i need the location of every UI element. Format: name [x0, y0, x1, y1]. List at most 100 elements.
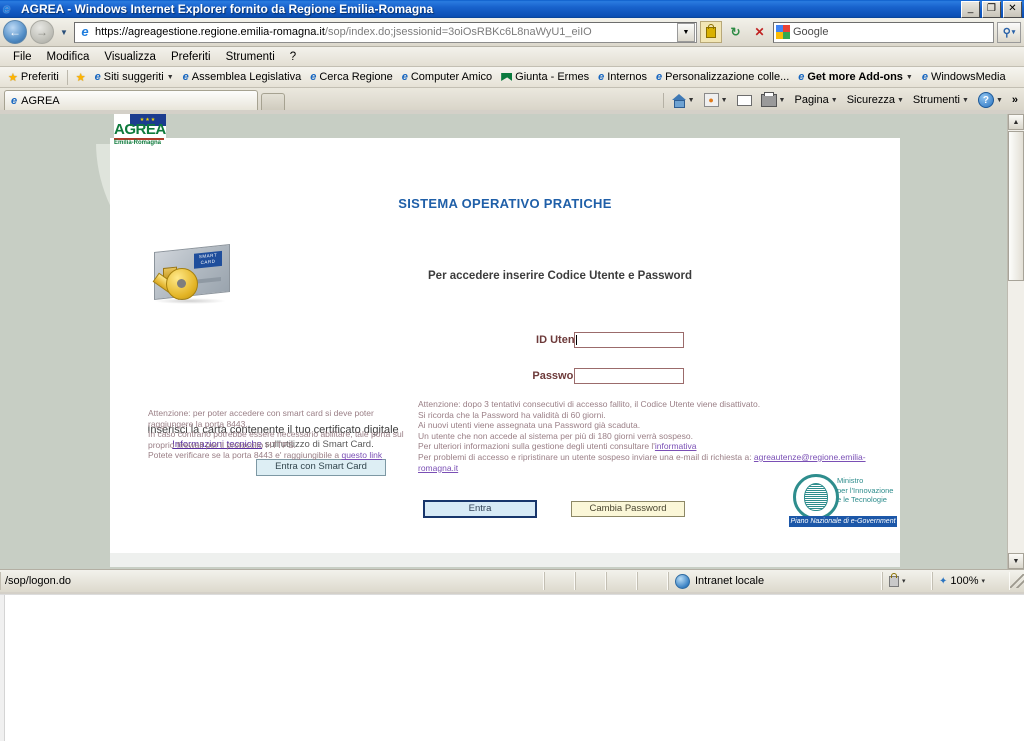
menu-help[interactable]: ?	[283, 50, 303, 64]
minimize-button[interactable]: _	[961, 1, 980, 18]
desktop-area	[0, 594, 1024, 741]
window-title: AGREA - Windows Internet Explorer fornit…	[21, 2, 434, 16]
star-icon: ★	[8, 71, 18, 84]
agrea-wordmark: AGREA	[114, 121, 166, 138]
url-path: /sop/index.do;jsessionid=3oiOsRBKc6L8naW…	[324, 26, 592, 38]
entra-button[interactable]: Entra	[423, 500, 537, 518]
back-button[interactable]: ←	[3, 20, 27, 44]
search-button[interactable]: ⚲ ▾	[997, 21, 1021, 43]
zoom-control[interactable]: ✦ 100% ▾	[932, 572, 1010, 590]
page-icon: e	[81, 24, 89, 39]
stop-button[interactable]: ✕	[749, 22, 770, 43]
favorite-assemblea-legislativa[interactable]: e Assemblea Legislativa	[179, 70, 306, 84]
menu-modifica[interactable]: Modifica	[40, 50, 97, 64]
key-hole	[177, 279, 186, 288]
scrollbar-thumb[interactable]	[1008, 131, 1024, 281]
favorite-get-more-addons[interactable]: e Get more Add-ons ▼	[794, 70, 917, 84]
title-bar: e AGREA - Windows Internet Explorer forn…	[0, 0, 1024, 18]
status-slot-3	[606, 572, 637, 590]
favorite-label: Personalizzazione colle...	[665, 71, 790, 83]
tab-agrea[interactable]: e AGREA	[4, 90, 258, 110]
ie-icon: e	[11, 94, 18, 107]
notice-line: Attenzione: dopo 3 tentativi consecutivi…	[418, 399, 761, 409]
text-cursor	[576, 335, 577, 345]
cambia-password-button[interactable]: Cambia Password	[571, 501, 685, 517]
address-url-text: https://agreagestione.regione.emilia-rom…	[95, 26, 677, 38]
search-dropdown-icon[interactable]: ▾	[1012, 28, 1016, 36]
page-viewport: SISTEMA OPERATIVO PRATICHE Per accedere …	[0, 114, 1024, 569]
print-button[interactable]: ▼	[757, 91, 790, 108]
scroll-down-button[interactable]: ▼	[1008, 553, 1024, 569]
address-dropdown-icon[interactable]: ▼	[677, 22, 695, 42]
security-zone[interactable]: Intranet locale	[668, 572, 882, 590]
favorite-cerca-regione[interactable]: e Cerca Regione	[306, 70, 397, 84]
menu-file[interactable]: File	[6, 50, 39, 64]
ie-icon: e	[182, 71, 189, 83]
recent-pages-dropdown-icon[interactable]: ▼	[57, 22, 71, 42]
favorite-label: Siti suggeriti	[103, 71, 164, 83]
entra-con-smart-card-button[interactable]: Entra con Smart Card	[256, 459, 386, 476]
favorite-personalizzazione[interactable]: e Personalizzazione colle...	[652, 70, 793, 84]
illustration-shadow	[154, 298, 226, 304]
help-menu[interactable]: ? ▼	[974, 91, 1007, 109]
home-button[interactable]: ▼	[667, 93, 699, 108]
protected-mode[interactable]: ▾	[882, 572, 932, 590]
scroll-up-button[interactable]: ▲	[1008, 114, 1024, 130]
ie-icon: e	[798, 71, 805, 83]
notice-line: Per problemi di accesso e ripristinare u…	[418, 452, 874, 473]
mail-button[interactable]	[733, 94, 756, 107]
globe-icon	[675, 573, 690, 589]
vertical-scrollbar[interactable]: ▲ ▼	[1007, 114, 1024, 569]
menu-strumenti[interactable]: Strumenti	[219, 50, 282, 64]
favorite-windowsmedia[interactable]: e WindowsMedia	[918, 70, 1010, 84]
address-input[interactable]: e https://agreagestione.regione.emilia-r…	[74, 21, 697, 43]
notice-text: Potete verificare se la porta 8443 e' ra…	[148, 450, 342, 461]
print-icon	[760, 91, 777, 107]
chevron-down-icon: ▼	[830, 96, 838, 104]
smartcard-label: SMART CARD	[194, 250, 222, 269]
login-instruction: Per accedere inserire Codice Utente e Pa…	[428, 270, 692, 282]
security-lock-icon[interactable]	[700, 21, 722, 43]
favorites-button[interactable]: ★ Preferiti	[4, 70, 63, 85]
favorite-label: Assemblea Legislativa	[191, 71, 302, 83]
new-tab-button[interactable]	[261, 93, 285, 110]
agrea-subtitle: Emilia-Romagna	[114, 140, 162, 146]
chevron-down-icon: ▼	[720, 96, 728, 104]
google-icon	[776, 25, 790, 39]
close-button[interactable]: ✕	[1003, 1, 1022, 18]
tools-menu-label: Strumenti	[912, 94, 960, 106]
id-utente-input[interactable]	[574, 332, 684, 348]
chevron-down-icon: ▼	[166, 73, 174, 81]
favorite-label: Computer Amico	[410, 71, 493, 83]
favbar-separator	[66, 69, 68, 85]
informativa-link[interactable]: informativa	[655, 441, 697, 451]
restore-button[interactable]: ❐	[982, 1, 1001, 18]
search-icon: ⚲	[1002, 26, 1011, 39]
page-menu-label: Pagina	[794, 94, 829, 106]
search-input[interactable]: Google	[773, 21, 994, 43]
notice-text: Per problemi di accesso e ripristinare u…	[418, 451, 754, 462]
favorite-internos[interactable]: e Internos	[594, 70, 651, 84]
tab-bar: e AGREA ▼ ● ▼ ▼ Pagina ▼ Sicurezza ▼ Strume…	[0, 88, 1024, 110]
security-menu[interactable]: Sicurezza ▼	[843, 93, 908, 107]
favorite-computer-amico[interactable]: e Computer Amico	[398, 70, 496, 84]
favorite-label: Internos	[607, 71, 647, 83]
password-input[interactable]	[574, 368, 684, 384]
menu-visualizza[interactable]: Visualizza	[97, 50, 163, 64]
questo-link[interactable]: questo link	[341, 450, 382, 460]
resize-grip[interactable]	[1010, 574, 1024, 588]
page-menu[interactable]: Pagina ▼	[790, 93, 841, 107]
status-slot-2	[575, 572, 606, 590]
refresh-button[interactable]: ↻	[725, 22, 746, 43]
tools-menu[interactable]: Strumenti ▼	[909, 93, 973, 107]
command-overflow[interactable]: »	[1008, 93, 1022, 107]
zoom-level: 100%	[950, 575, 979, 587]
favorite-giunta-ermes[interactable]: Giunta - Ermes	[497, 70, 593, 84]
address-bar: ← → ▼ e https://agreagestione.regione.em…	[0, 18, 1024, 47]
chevron-down-icon: ▼	[778, 96, 786, 104]
forward-button[interactable]: →	[30, 20, 54, 44]
favorite-siti-suggeriti[interactable]: e Siti suggeriti ▼	[91, 70, 178, 84]
add-favorite-icon[interactable]: ★	[76, 71, 86, 84]
menu-preferiti[interactable]: Preferiti	[164, 50, 218, 64]
feeds-button[interactable]: ● ▼	[700, 92, 732, 108]
